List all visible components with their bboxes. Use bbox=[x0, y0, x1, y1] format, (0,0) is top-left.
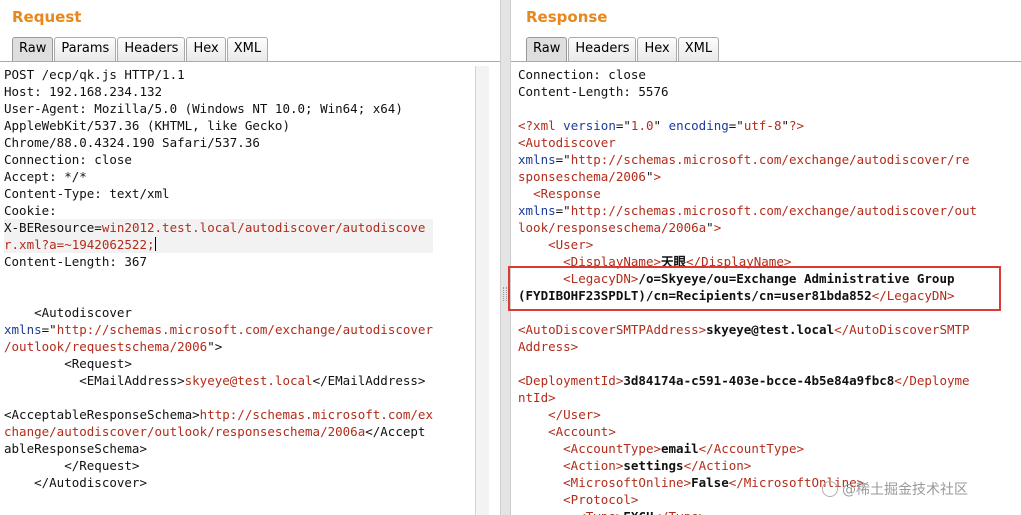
response-tab-raw[interactable]: Raw bbox=[526, 37, 568, 61]
response-tab-hex[interactable]: Hex bbox=[637, 37, 677, 61]
request-tab-xml[interactable]: XML bbox=[226, 37, 269, 61]
request-editor[interactable]: POST /ecp/qk.js HTTP/1.1 Host: 192.168.23… bbox=[4, 66, 433, 491]
request-tab-raw[interactable]: Raw bbox=[12, 37, 54, 61]
response-panel: Response Raw Headers Hex XML Connection:… bbox=[511, 0, 1021, 515]
request-tab-headers[interactable]: Headers bbox=[117, 37, 186, 61]
request-panel: Request Raw Params Headers Hex XML POST … bbox=[0, 0, 500, 515]
watermark: @稀土掘金技术社区 bbox=[822, 479, 968, 499]
response-tabs: Raw Headers Hex XML bbox=[526, 37, 720, 62]
legacydn-highlight-box bbox=[508, 266, 1001, 311]
text-cursor bbox=[154, 237, 156, 251]
response-tab-headers[interactable]: Headers bbox=[568, 37, 637, 61]
watermark-logo-icon bbox=[822, 481, 838, 497]
request-tab-hex[interactable]: Hex bbox=[186, 37, 226, 61]
request-scrollbar[interactable] bbox=[475, 66, 489, 515]
response-tab-xml[interactable]: XML bbox=[677, 37, 720, 61]
response-tab-underline bbox=[511, 61, 1021, 62]
request-tabs: Raw Params Headers Hex XML bbox=[12, 37, 269, 62]
watermark-text: @稀土掘金技术社区 bbox=[842, 482, 968, 498]
request-tab-params[interactable]: Params bbox=[54, 37, 117, 61]
request-title: Request bbox=[12, 8, 82, 26]
panel-divider[interactable] bbox=[500, 0, 511, 515]
request-tab-underline bbox=[0, 61, 500, 62]
divider-grip-icon[interactable] bbox=[503, 287, 507, 301]
response-title: Response bbox=[526, 8, 608, 26]
